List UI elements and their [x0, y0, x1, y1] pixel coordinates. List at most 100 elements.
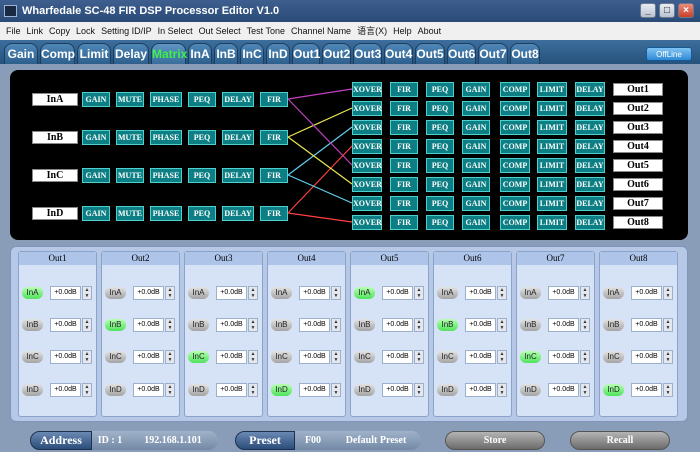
gain-value-field[interactable]: +0.0dB: [465, 318, 496, 332]
gain-spinner[interactable]: ▲ ▼: [248, 383, 258, 397]
in-ina-delay-button[interactable]: DELAY: [222, 92, 254, 107]
route-toggle-ina[interactable]: InA: [22, 287, 43, 299]
out4-limit-button[interactable]: LIMIT: [537, 139, 567, 154]
out1-xover-button[interactable]: XOVER: [352, 82, 382, 97]
out3-xover-button[interactable]: XOVER: [352, 120, 382, 135]
out4-fir-button[interactable]: FIR: [390, 139, 418, 154]
out2-peq-button[interactable]: PEQ: [426, 101, 454, 116]
offline-status-button[interactable]: OffLine: [646, 47, 692, 61]
gain-spinner[interactable]: ▲ ▼: [331, 350, 341, 364]
tab-gain[interactable]: Gain: [4, 43, 38, 64]
spin-down-icon[interactable]: ▼: [166, 357, 174, 363]
maximize-button[interactable]: □: [659, 3, 675, 18]
out4-gain-button[interactable]: GAIN: [462, 139, 490, 154]
out7-gain-button[interactable]: GAIN: [462, 196, 490, 211]
out8-gain-button[interactable]: GAIN: [462, 215, 490, 230]
spin-down-icon[interactable]: ▼: [581, 390, 589, 396]
spin-down-icon[interactable]: ▼: [498, 325, 506, 331]
out3-comp-button[interactable]: COMP: [500, 120, 530, 135]
out8-delay-button[interactable]: DELAY: [575, 215, 605, 230]
out6-comp-button[interactable]: COMP: [500, 177, 530, 192]
in-inb-delay-button[interactable]: DELAY: [222, 130, 254, 145]
tab-out8[interactable]: Out8: [510, 43, 540, 64]
out3-fir-button[interactable]: FIR: [390, 120, 418, 135]
out2-delay-button[interactable]: DELAY: [575, 101, 605, 116]
gain-spinner[interactable]: ▲ ▼: [165, 286, 175, 300]
out7-fir-button[interactable]: FIR: [390, 196, 418, 211]
menu-item-11[interactable]: About: [418, 26, 442, 36]
route-toggle-ina[interactable]: InA: [520, 287, 541, 299]
gain-value-field[interactable]: +0.0dB: [465, 350, 496, 364]
in-inb-gain-button[interactable]: GAIN: [82, 130, 110, 145]
gain-spinner[interactable]: ▲ ▼: [82, 350, 92, 364]
route-toggle-ind[interactable]: InD: [520, 384, 541, 396]
in-ind-delay-button[interactable]: DELAY: [222, 206, 254, 221]
spin-down-icon[interactable]: ▼: [83, 293, 91, 299]
menu-item-6[interactable]: Out Select: [199, 26, 241, 36]
out1-delay-button[interactable]: DELAY: [575, 82, 605, 97]
out5-limit-button[interactable]: LIMIT: [537, 158, 567, 173]
gain-spinner[interactable]: ▲ ▼: [414, 318, 424, 332]
in-ina-gain-button[interactable]: GAIN: [82, 92, 110, 107]
tab-ind[interactable]: InD: [266, 43, 290, 64]
out2-comp-button[interactable]: COMP: [500, 101, 530, 116]
out4-delay-button[interactable]: DELAY: [575, 139, 605, 154]
recall-button[interactable]: Recall: [570, 431, 670, 450]
in-inb-peq-button[interactable]: PEQ: [188, 130, 216, 145]
gain-value-field[interactable]: +0.0dB: [548, 383, 579, 397]
gain-value-field[interactable]: +0.0dB: [382, 318, 413, 332]
route-toggle-ina[interactable]: InA: [105, 287, 126, 299]
out1-gain-button[interactable]: GAIN: [462, 82, 490, 97]
spin-down-icon[interactable]: ▼: [166, 390, 174, 396]
out3-peq-button[interactable]: PEQ: [426, 120, 454, 135]
route-toggle-inc[interactable]: InC: [354, 351, 375, 363]
in-ina-mute-button[interactable]: MUTE: [116, 92, 144, 107]
gain-spinner[interactable]: ▲ ▼: [165, 350, 175, 364]
out2-fir-button[interactable]: FIR: [390, 101, 418, 116]
gain-value-field[interactable]: +0.0dB: [50, 383, 81, 397]
gain-spinner[interactable]: ▲ ▼: [414, 383, 424, 397]
spin-down-icon[interactable]: ▼: [581, 325, 589, 331]
in-ind-fir-button[interactable]: FIR: [260, 206, 288, 221]
in-ina-peq-button[interactable]: PEQ: [188, 92, 216, 107]
gain-value-field[interactable]: +0.0dB: [548, 318, 579, 332]
gain-value-field[interactable]: +0.0dB: [133, 350, 164, 364]
out8-peq-button[interactable]: PEQ: [426, 215, 454, 230]
in-inc-phase-button[interactable]: PHASE: [150, 168, 182, 183]
gain-spinner[interactable]: ▲ ▼: [497, 350, 507, 364]
route-toggle-inc[interactable]: InC: [22, 351, 43, 363]
gain-spinner[interactable]: ▲ ▼: [248, 350, 258, 364]
gain-spinner[interactable]: ▲ ▼: [580, 318, 590, 332]
out1-peq-button[interactable]: PEQ: [426, 82, 454, 97]
minimize-button[interactable]: _: [640, 3, 656, 18]
gain-value-field[interactable]: +0.0dB: [465, 383, 496, 397]
gain-spinner[interactable]: ▲ ▼: [331, 286, 341, 300]
spin-down-icon[interactable]: ▼: [166, 293, 174, 299]
spin-down-icon[interactable]: ▼: [83, 357, 91, 363]
gain-spinner[interactable]: ▲ ▼: [331, 383, 341, 397]
out5-gain-button[interactable]: GAIN: [462, 158, 490, 173]
spin-down-icon[interactable]: ▼: [415, 325, 423, 331]
route-toggle-inb[interactable]: InB: [105, 319, 126, 331]
out6-delay-button[interactable]: DELAY: [575, 177, 605, 192]
gain-spinner[interactable]: ▲ ▼: [414, 286, 424, 300]
out3-limit-button[interactable]: LIMIT: [537, 120, 567, 135]
route-toggle-ind[interactable]: InD: [437, 384, 458, 396]
in-inc-mute-button[interactable]: MUTE: [116, 168, 144, 183]
route-toggle-inc[interactable]: InC: [105, 351, 126, 363]
spin-down-icon[interactable]: ▼: [415, 293, 423, 299]
in-inb-phase-button[interactable]: PHASE: [150, 130, 182, 145]
gain-spinner[interactable]: ▲ ▼: [663, 286, 673, 300]
tab-matrix[interactable]: Matrix: [151, 43, 187, 64]
route-toggle-inc[interactable]: InC: [520, 351, 541, 363]
out2-gain-button[interactable]: GAIN: [462, 101, 490, 116]
route-toggle-ind[interactable]: InD: [603, 384, 624, 396]
in-inc-gain-button[interactable]: GAIN: [82, 168, 110, 183]
route-toggle-ind[interactable]: InD: [271, 384, 292, 396]
gain-value-field[interactable]: +0.0dB: [382, 286, 413, 300]
tab-out7[interactable]: Out7: [478, 43, 508, 64]
route-toggle-inc[interactable]: InC: [603, 351, 624, 363]
out7-limit-button[interactable]: LIMIT: [537, 196, 567, 211]
in-inb-mute-button[interactable]: MUTE: [116, 130, 144, 145]
gain-spinner[interactable]: ▲ ▼: [82, 383, 92, 397]
